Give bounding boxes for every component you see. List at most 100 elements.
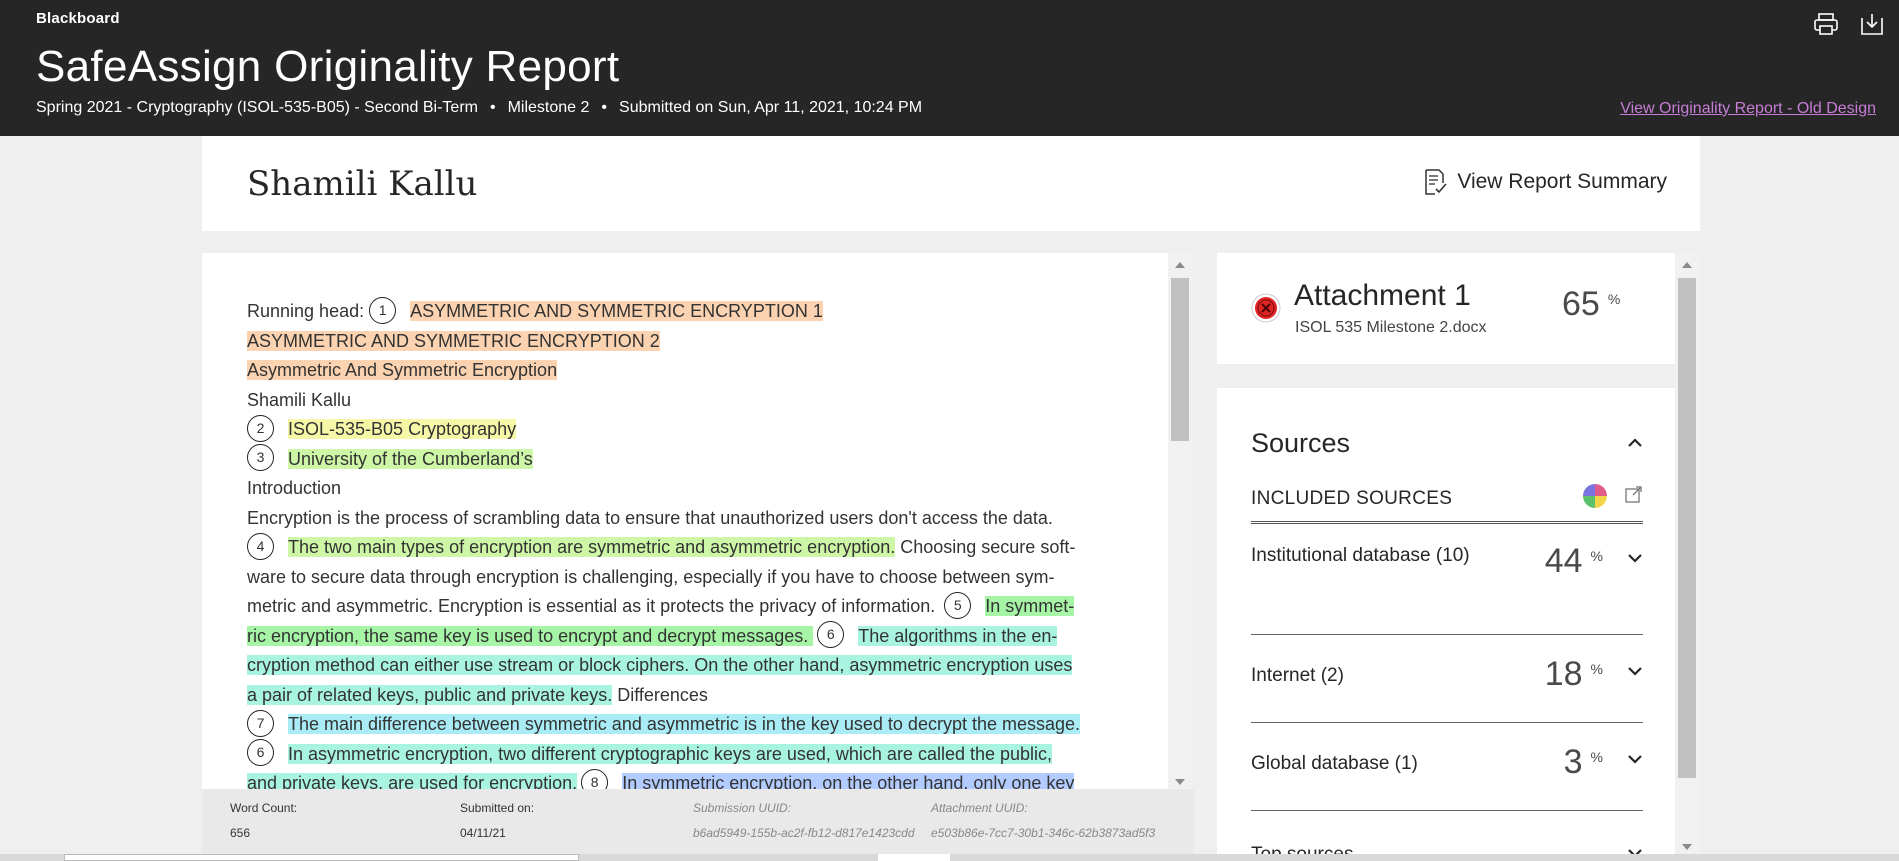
match-marker[interactable]: 1	[369, 296, 397, 324]
doc-line: ric encryption, the same key is used to …	[247, 621, 1127, 652]
match-marker[interactable]: 3	[247, 444, 274, 472]
percent-sign: %	[1590, 548, 1603, 564]
attachment-uuid-label: Attachment UUID:	[931, 801, 1028, 815]
attachment-uuid: Attachment UUID: e503b86e-7cc7-30b1-346c…	[931, 801, 1155, 840]
matched-text[interactable]: The algorithms in the en-	[858, 625, 1058, 646]
submitted-on-label: Submitted on:	[460, 801, 535, 815]
source-row-institutional[interactable]: Institutional database (10) 44%	[1251, 538, 1643, 635]
included-sources-label: INCLUDED SOURCES	[1251, 488, 1453, 509]
matched-text[interactable]: The two main types of encryption are sym…	[288, 537, 896, 557]
brand-logo: Blackboard	[36, 10, 120, 27]
doc-line: Encryption is the process of scrambling …	[247, 507, 1053, 528]
scroll-up-arrow-icon[interactable]	[1682, 262, 1692, 268]
doc-text-run: Choosing secure soft-	[895, 537, 1076, 557]
matched-text[interactable]: In symmet-	[985, 596, 1075, 616]
course-name: Spring 2021 - Cryptography (ISOL-535-B05…	[36, 99, 478, 116]
doc-text-run: Running head:	[247, 301, 370, 321]
old-design-link[interactable]: View Originality Report - Old Design	[1620, 100, 1876, 118]
matched-text[interactable]: University of the Cumberland’s	[288, 448, 533, 469]
included-sources-header: INCLUDED SOURCES	[1251, 484, 1643, 524]
document-footer: Word Count: 656 Submitted on: 04/11/21 S…	[202, 789, 1194, 854]
scroll-up-arrow-icon[interactable]	[1175, 262, 1185, 268]
matched-text[interactable]: ASYMMETRIC AND SYMMETRIC ENCRYPTION 1	[410, 301, 823, 321]
sources-scrollbar[interactable]	[1675, 253, 1699, 854]
attachment-card[interactable]: Attachment 1 ISOL 535 Milestone 2.docx 6…	[1217, 253, 1675, 364]
submitted-on-value: 04/11/21	[460, 826, 506, 840]
error-x-icon	[1251, 293, 1281, 323]
doc-line: Introduction	[247, 478, 342, 498]
doc-text-run: Differences	[612, 684, 708, 705]
popout-icon[interactable]	[1625, 485, 1643, 503]
source-row-top-sources[interactable]: Top sources	[1251, 811, 1643, 854]
scrollbar-thumb[interactable]	[1171, 278, 1189, 441]
document-text: Running head: 1 ASYMMETRIC AND SYMMETRIC …	[247, 296, 1127, 789]
attachment-title: Attachment 1	[1294, 279, 1471, 312]
sources-panel: Sources INCLUDED SOURCES Institutional d…	[1217, 388, 1675, 854]
matched-text[interactable]: In symmetric encryption, on the other ha…	[622, 773, 1075, 789]
report-summary-icon	[1425, 169, 1447, 195]
match-marker[interactable]: 8	[581, 768, 609, 789]
meta-separator: •	[601, 99, 608, 116]
doc-line: metric and asymmetric. Encryption is ess…	[247, 591, 1127, 622]
matched-text[interactable]: and private keys, are used for encryptio…	[247, 773, 578, 789]
match-marker[interactable]: 7	[247, 709, 274, 737]
source-colors-icon[interactable]	[1583, 484, 1607, 508]
chevron-down-icon[interactable]	[1627, 751, 1643, 767]
report-summary-label: View Report Summary	[1457, 170, 1667, 193]
word-count-label: Word Count:	[230, 801, 298, 815]
meta-separator: •	[489, 99, 496, 116]
matched-text[interactable]: ASYMMETRIC AND SYMMETRIC ENCRYPTION 2	[247, 330, 660, 351]
match-marker[interactable]: 6	[247, 739, 274, 767]
submitted-on: Submitted on: 04/11/21	[460, 801, 534, 840]
match-marker[interactable]: 5	[944, 591, 972, 619]
attachment-percent-value: 65	[1562, 285, 1600, 323]
chevron-down-icon[interactable]	[1627, 550, 1643, 566]
doc-text-run: metric and asymmetric. Encryption is ess…	[247, 596, 941, 616]
document-scrollbar[interactable]	[1168, 253, 1192, 789]
submission-uuid-value: b6ad5949-155b-ac2f-fb12-d817e1423cdd	[693, 826, 915, 840]
scroll-down-arrow-icon[interactable]	[1682, 844, 1692, 850]
chevron-down-icon[interactable]	[1627, 663, 1643, 679]
submission-meta: Spring 2021 - Cryptography (ISOL-535-B05…	[36, 99, 922, 117]
doc-line: 4 The two main types of encryption are sy…	[247, 532, 1127, 563]
source-row-global[interactable]: Global database (1) 3%	[1251, 723, 1643, 811]
matched-text[interactable]: Asymmetric And Symmetric Encryption	[247, 360, 558, 380]
percent-sign: %	[1607, 291, 1621, 307]
attachment-uuid-value: e503b86e-7cc7-30b1-346c-62b3873ad5f3	[931, 826, 1156, 840]
source-percent: 44%	[1545, 542, 1603, 581]
doc-line: 3 University of the Cumberland’s	[247, 444, 1127, 475]
match-marker[interactable]: 4	[247, 532, 274, 560]
submission-uuid: Submission UUID: b6ad5949-155b-ac2f-fb12…	[693, 801, 915, 840]
page-title: SafeAssign Originality Report	[36, 42, 620, 91]
matched-text[interactable]: In asymmetric encryption, two different …	[288, 743, 1053, 764]
chevron-up-icon[interactable]	[1627, 435, 1643, 451]
assignment-name: Milestone 2	[507, 99, 590, 116]
document-viewer[interactable]: Running head: 1 ASYMMETRIC AND SYMMETRIC …	[202, 253, 1168, 789]
view-report-summary-button[interactable]: View Report Summary	[1423, 169, 1667, 195]
doc-line: Shamili Kallu	[247, 389, 352, 410]
source-name: Internet (2)	[1251, 665, 1344, 686]
match-marker[interactable]: 6	[817, 621, 845, 649]
print-icon[interactable]	[1813, 12, 1839, 36]
doc-line: 6 In asymmetric encryption, two different…	[247, 739, 1127, 770]
scroll-down-arrow-icon[interactable]	[1175, 779, 1185, 785]
source-row-internet[interactable]: Internet (2) 18%	[1251, 635, 1643, 723]
matched-text[interactable]: cryption method can either use stream or…	[247, 655, 1073, 675]
source-name: Institutional database (10)	[1251, 545, 1470, 566]
student-header: Shamili Kallu View Report Summary	[202, 136, 1700, 231]
attachment-filename: ISOL 535 Milestone 2.docx	[1295, 319, 1487, 336]
doc-line: ware to secure data through encryption i…	[247, 566, 1055, 587]
scrollbar-thumb[interactable]	[1678, 278, 1696, 778]
match-marker[interactable]: 2	[247, 414, 274, 442]
matched-text[interactable]: ISOL-535-B05 Cryptography	[288, 419, 517, 439]
matched-text[interactable]: a pair of related keys, public and priva…	[247, 684, 613, 705]
doc-line: 7 The main difference between symmetric a…	[247, 709, 1127, 740]
matched-text[interactable]: The main difference between symmetric an…	[288, 714, 1081, 734]
word-count: Word Count: 656	[230, 801, 297, 840]
submission-uuid-label: Submission UUID:	[693, 801, 792, 815]
matched-text[interactable]: ric encryption, the same key is used to …	[247, 625, 814, 646]
source-percent-value: 3	[1563, 743, 1583, 781]
download-icon[interactable]	[1859, 12, 1885, 36]
doc-line: a pair of related keys, public and priva…	[247, 681, 1127, 711]
chevron-down-icon[interactable]	[1627, 845, 1643, 854]
